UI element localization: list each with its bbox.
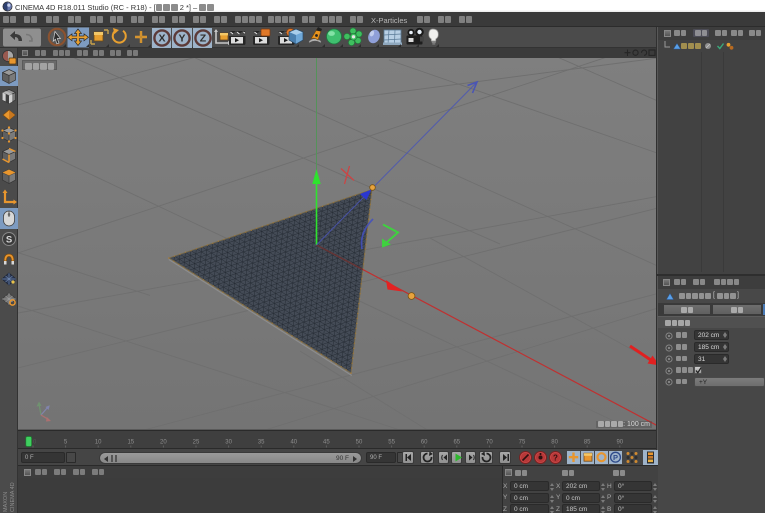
svg-text:0: 0: [33, 440, 37, 446]
svg-text:?: ?: [553, 454, 558, 463]
svg-text:10: 10: [95, 440, 102, 446]
svg-text:S: S: [6, 235, 12, 246]
svg-text:CINEMA 4D: CINEMA 4D: [10, 482, 16, 512]
svg-text:70: 70: [486, 440, 493, 446]
svg-text:25: 25: [193, 440, 200, 446]
svg-text:35: 35: [258, 440, 265, 446]
svg-text:55: 55: [388, 440, 395, 446]
svg-text:60: 60: [421, 440, 428, 446]
svg-text:20: 20: [160, 440, 167, 446]
svg-text:90: 90: [616, 440, 623, 446]
svg-text:80: 80: [551, 440, 558, 446]
svg-text:40: 40: [290, 440, 297, 446]
svg-text:65: 65: [453, 440, 460, 446]
svg-text:Z: Z: [199, 32, 206, 44]
svg-text:15: 15: [127, 440, 134, 446]
svg-text:MAXON: MAXON: [3, 492, 9, 512]
svg-text:Y: Y: [178, 32, 185, 44]
svg-text:X: X: [158, 32, 165, 44]
svg-text:50: 50: [356, 440, 363, 446]
svg-text:30: 30: [225, 440, 232, 446]
svg-text:P: P: [613, 453, 618, 462]
svg-text:75: 75: [519, 440, 526, 446]
svg-text:5: 5: [64, 440, 68, 446]
svg-text:85: 85: [584, 440, 591, 446]
svg-text:45: 45: [323, 440, 330, 446]
